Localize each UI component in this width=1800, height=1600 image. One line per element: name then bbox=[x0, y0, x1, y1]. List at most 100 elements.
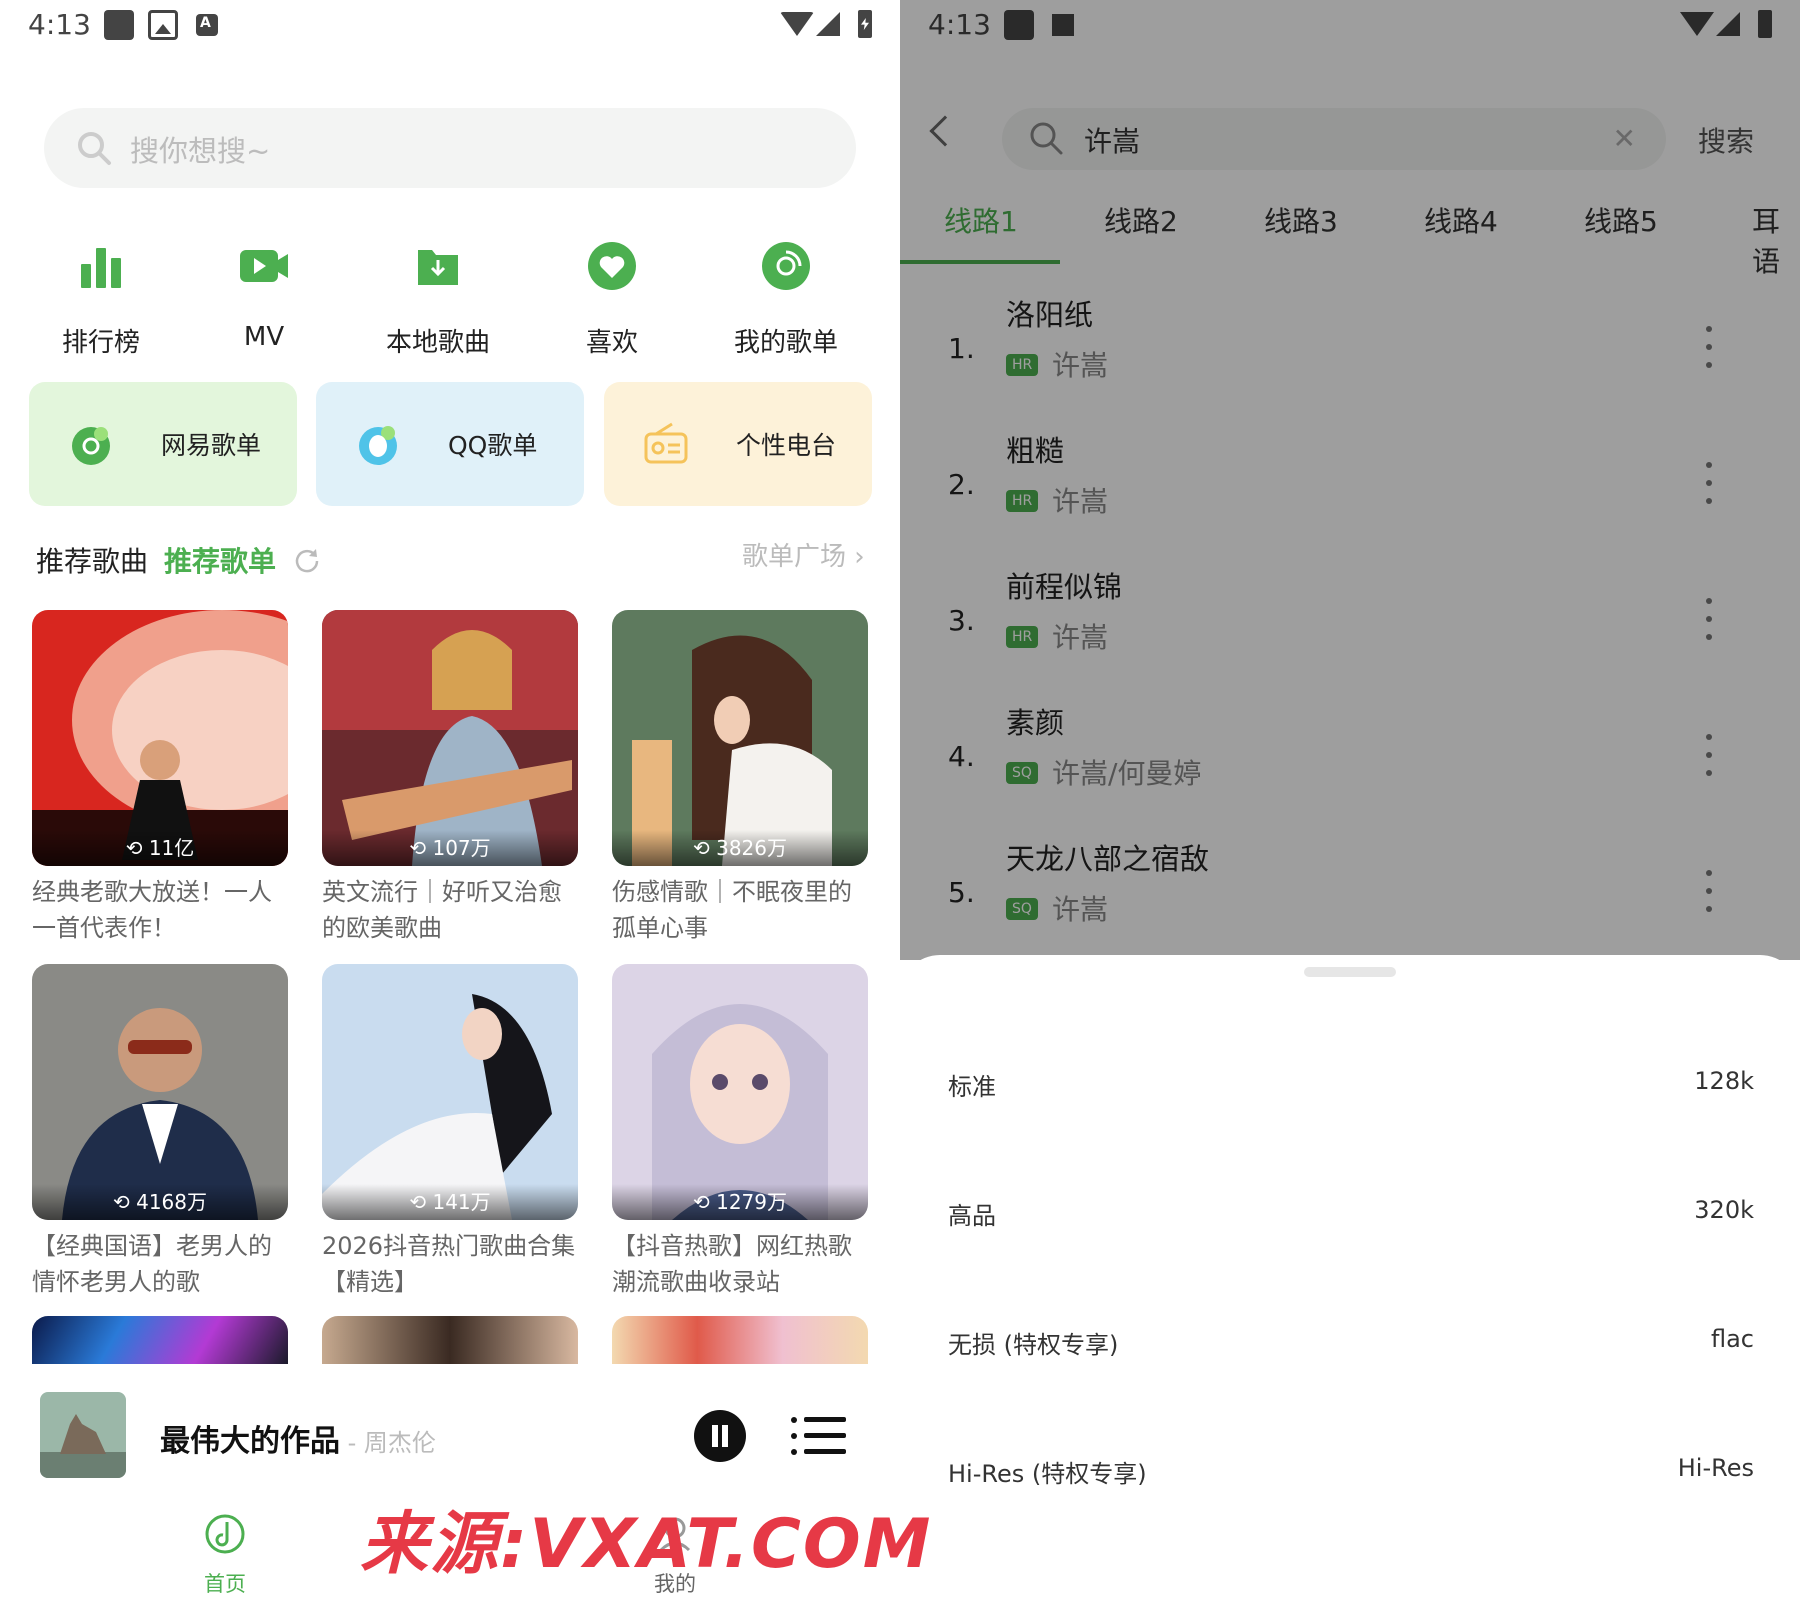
card-label: 个性电台 bbox=[736, 431, 837, 460]
quality-value: 320k bbox=[1694, 1196, 1754, 1224]
play-count: ⟲ 1279万 bbox=[612, 1184, 868, 1220]
quick-my-playlists[interactable]: 我的歌单 bbox=[706, 240, 866, 359]
tab-recommended-playlists[interactable]: 推荐歌单 bbox=[164, 540, 276, 580]
quality-option[interactable]: 高品 320k bbox=[948, 1186, 1754, 1246]
quick-label: MV bbox=[243, 322, 285, 352]
search-placeholder: 搜你想搜~ bbox=[130, 134, 271, 168]
netease-icon bbox=[72, 427, 110, 465]
playlist-caption: 英文流行｜好听又治愈的欧美歌曲 bbox=[322, 878, 562, 942]
refresh-icon[interactable] bbox=[292, 546, 322, 576]
mini-player[interactable]: 最伟大的作品 - 周杰伦 bbox=[0, 1370, 900, 1480]
cellular-icon bbox=[816, 12, 840, 36]
card-label: QQ歌单 bbox=[448, 431, 538, 460]
card-netease-playlists[interactable]: 网易歌单 bbox=[29, 382, 297, 506]
quick-local-songs[interactable]: 本地歌曲 bbox=[358, 240, 518, 359]
quality-option[interactable]: Hi-Res (特权专享) Hi-Res bbox=[948, 1444, 1754, 1504]
disc-icon bbox=[762, 242, 810, 290]
tab-recommended-songs[interactable]: 推荐歌曲 bbox=[36, 540, 148, 580]
card-label: 网易歌单 bbox=[161, 431, 262, 460]
quick-label: 喜欢 bbox=[585, 328, 638, 358]
chart-bars-icon bbox=[81, 248, 121, 288]
quality-option[interactable]: 标准 128k bbox=[948, 1057, 1754, 1117]
playlist-tile[interactable]: ⟲ 11亿 经典老歌大放送！一人一首代表作！ bbox=[32, 610, 288, 946]
quick-ranking[interactable]: 排行榜 bbox=[21, 240, 181, 359]
video-camera-icon bbox=[240, 250, 288, 282]
playlist-caption: 【抖音热歌】网红热歌潮流歌曲收录站 bbox=[612, 1232, 852, 1296]
quality-name: 标准 bbox=[948, 1073, 996, 1101]
now-playing-cover bbox=[40, 1392, 126, 1478]
quick-label: 我的歌单 bbox=[733, 328, 838, 358]
search-result-screen: 4:13 许嵩 ✕ 搜索 线路1 线路2 线路3 线路4 线路5 耳语 1. 洛… bbox=[900, 0, 1800, 1600]
home-screen: 4:13 A 搜你想搜~ 排行榜 MV 本地歌曲 喜欢 我的歌单 网易歌单 QQ… bbox=[0, 0, 900, 1600]
quality-value: Hi-Res bbox=[1677, 1454, 1754, 1482]
tab-label: 首页 bbox=[204, 1572, 246, 1596]
play-count: ⟲ 107万 bbox=[322, 830, 578, 866]
quick-mv[interactable]: MV bbox=[184, 240, 344, 352]
play-count: ⟲ 4168万 bbox=[32, 1184, 288, 1220]
playlist-tile[interactable]: ⟲ 141万 2026抖音热门歌曲合集【精选】 bbox=[322, 964, 578, 1300]
quality-name: Hi-Res (特权专享) bbox=[948, 1460, 1147, 1488]
image-icon bbox=[148, 10, 178, 40]
song-title: 最伟大的作品 bbox=[160, 1424, 340, 1459]
playlist-square-link[interactable]: 歌单广场 › bbox=[742, 536, 865, 573]
playlist-tile[interactable]: ⟲ 107万 英文流行｜好听又治愈的欧美歌曲 bbox=[322, 610, 578, 946]
now-playing-title: 最伟大的作品 - 周杰伦 bbox=[160, 1416, 436, 1460]
quality-bottom-sheet: 标准 128k 高品 320k 无损 (特权专享) flac Hi-Res (特… bbox=[900, 955, 1800, 1600]
play-count-value: 107万 bbox=[432, 836, 491, 860]
playlist-tile[interactable]: ⟲ 1279万 【抖音热歌】网红热歌潮流歌曲收录站 bbox=[612, 964, 868, 1300]
playlist-cover: ⟲ 4168万 bbox=[32, 964, 288, 1220]
play-count-value: 1279万 bbox=[716, 1190, 788, 1214]
status-time: 4:13 bbox=[28, 8, 91, 41]
play-count: ⟲ 141万 bbox=[322, 1184, 578, 1220]
tab-home[interactable]: 首页 bbox=[165, 1512, 285, 1598]
quality-value: flac bbox=[1710, 1325, 1754, 1353]
playlist-caption: 经典老歌大放送！一人一首代表作！ bbox=[32, 878, 272, 942]
quality-name: 高品 bbox=[948, 1202, 996, 1230]
playlist-caption: 伤感情歌｜不眠夜里的孤单心事 bbox=[612, 878, 852, 942]
playlist-tile[interactable]: ⟲ 3826万 伤感情歌｜不眠夜里的孤单心事 bbox=[612, 610, 868, 946]
radio-icon bbox=[644, 422, 688, 464]
keyboard-icon: A bbox=[196, 14, 218, 36]
playlist-cover: ⟲ 141万 bbox=[322, 964, 578, 1220]
battery-icon bbox=[858, 10, 872, 38]
playlist-caption: 2026抖音热门歌曲合集【精选】 bbox=[322, 1232, 576, 1296]
playlist-cover: ⟲ 1279万 bbox=[612, 964, 868, 1220]
heart-icon bbox=[588, 242, 636, 290]
playlist-cover: ⟲ 107万 bbox=[322, 610, 578, 866]
playlist-tile-partial[interactable] bbox=[322, 1316, 578, 1364]
play-count-value: 3826万 bbox=[716, 836, 788, 860]
card-personal-radio[interactable]: 个性电台 bbox=[604, 382, 872, 506]
play-count: ⟲ 3826万 bbox=[612, 830, 868, 866]
qq-icon bbox=[359, 426, 397, 465]
playlist-tile[interactable]: ⟲ 4168万 【经典国语】老男人的情怀老男人的歌 bbox=[32, 964, 288, 1300]
music-note-icon bbox=[205, 1514, 245, 1554]
search-input[interactable]: 搜你想搜~ bbox=[44, 108, 856, 188]
playlist-cover: ⟲ 3826万 bbox=[612, 610, 868, 866]
play-count: ⟲ 11亿 bbox=[32, 830, 288, 866]
quick-label: 本地歌曲 bbox=[385, 328, 490, 358]
quick-label: 排行榜 bbox=[61, 328, 140, 358]
playlist-queue-icon[interactable] bbox=[790, 1414, 846, 1458]
play-count-value: 11亿 bbox=[148, 836, 195, 860]
playlist-tile-partial[interactable] bbox=[612, 1316, 868, 1364]
more-label: 歌单广场 bbox=[742, 542, 847, 572]
notification-icon bbox=[104, 10, 134, 40]
wifi-icon bbox=[780, 12, 814, 36]
pause-button[interactable] bbox=[694, 1410, 746, 1462]
download-folder-icon bbox=[418, 250, 458, 285]
watermark: 来源:VXAT.COM bbox=[360, 1505, 933, 1584]
playlist-caption: 【经典国语】老男人的情怀老男人的歌 bbox=[32, 1232, 272, 1296]
quality-option[interactable]: 无损 (特权专享) flac bbox=[948, 1315, 1754, 1375]
quick-favorites[interactable]: 喜欢 bbox=[532, 240, 692, 359]
status-bar: 4:13 A bbox=[0, 0, 900, 50]
playlist-cover: ⟲ 11亿 bbox=[32, 610, 288, 866]
search-icon bbox=[78, 132, 111, 165]
sheet-handle[interactable] bbox=[1304, 967, 1396, 977]
playlist-tile-partial[interactable] bbox=[32, 1316, 288, 1364]
quality-name: 无损 (特权专享) bbox=[948, 1331, 1119, 1359]
card-qq-playlists[interactable]: QQ歌单 bbox=[316, 382, 584, 506]
dim-overlay[interactable] bbox=[900, 0, 1800, 960]
song-artist: - 周杰伦 bbox=[340, 1429, 436, 1457]
play-count-value: 4168万 bbox=[136, 1190, 208, 1214]
play-count-value: 141万 bbox=[432, 1190, 491, 1214]
